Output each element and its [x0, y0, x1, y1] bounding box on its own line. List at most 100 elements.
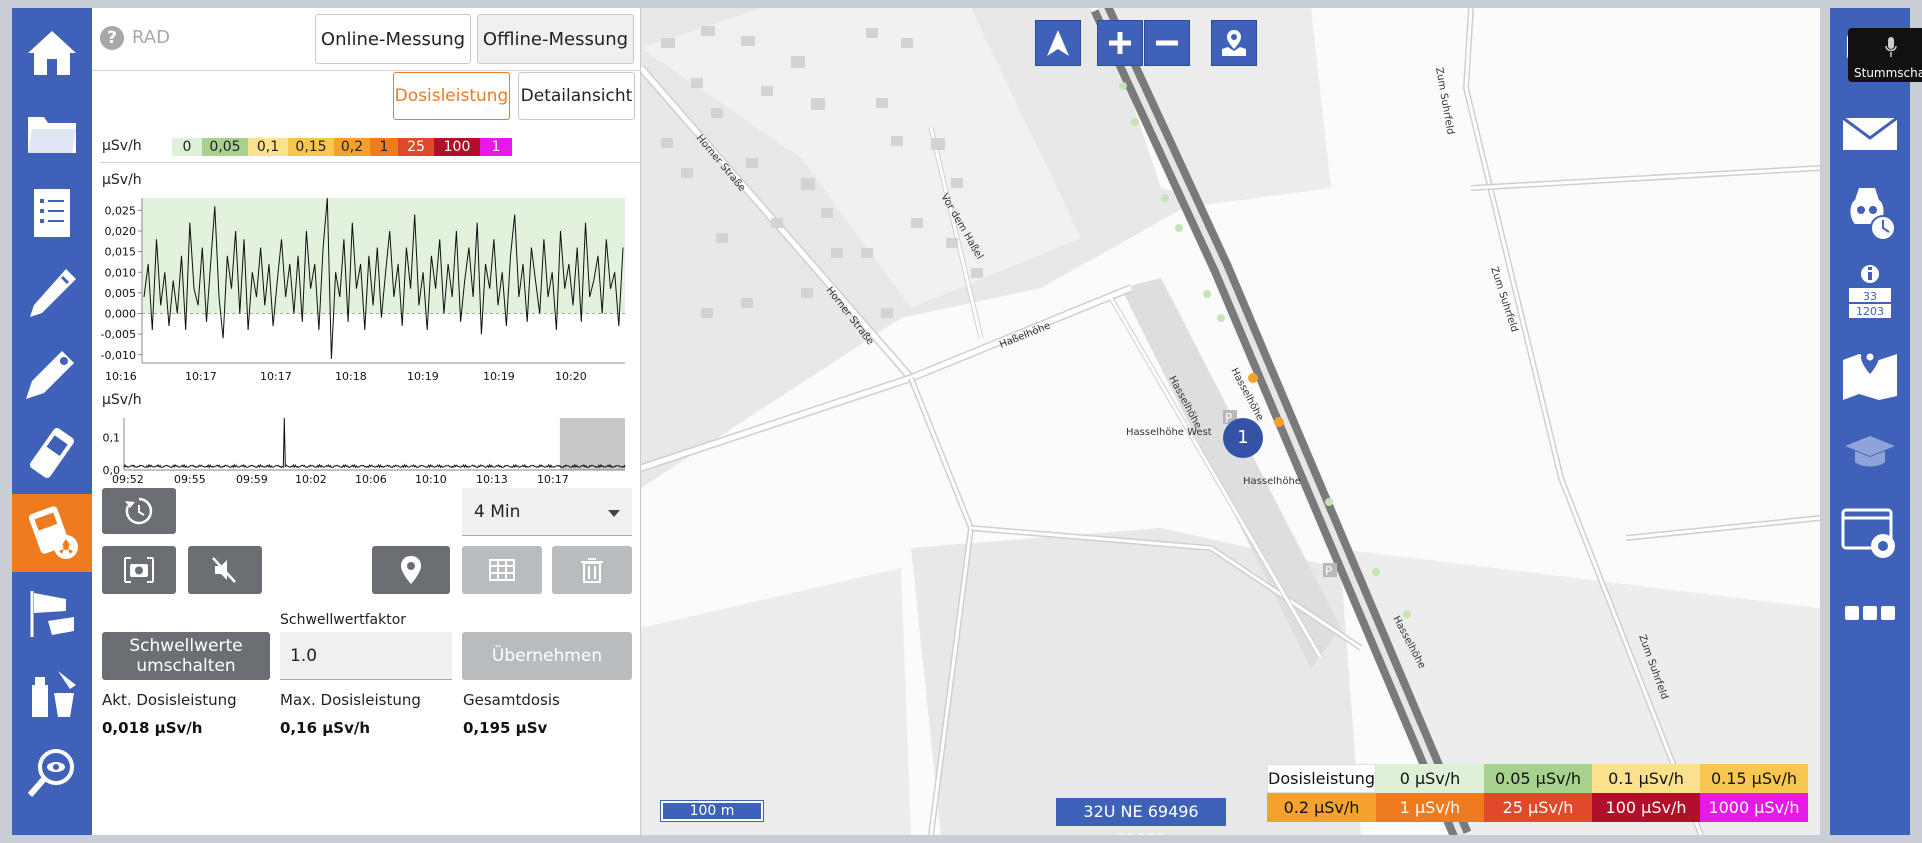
table-icon	[489, 559, 515, 581]
x-tick-label: 10:06	[355, 473, 387, 484]
map-pin-icon	[1843, 348, 1897, 400]
inspect-nav-button[interactable]	[12, 734, 92, 812]
probe-icon	[30, 269, 76, 317]
road	[1470, 166, 1820, 190]
chart-overview-unit: µSv/h	[102, 392, 142, 408]
threshold-factor-input[interactable]: 1.0	[280, 632, 452, 680]
tab-offline-measurement[interactable]: Offline-Messung	[477, 14, 634, 64]
minus-icon	[1156, 40, 1178, 46]
x-tick-label: 10:02	[295, 473, 327, 484]
envelope-icon	[1842, 116, 1898, 150]
scale-segment: 0,05	[202, 138, 248, 156]
map-locate-icon	[1222, 30, 1246, 56]
more-nav-button[interactable]	[1830, 574, 1910, 652]
windsock-icon	[30, 591, 74, 637]
left-navigation	[12, 8, 92, 835]
interval-value: 4 Min	[474, 502, 521, 522]
legend-item: 1000 µSv/h	[1700, 793, 1808, 822]
threshold-factor-label: Schwellwertfaktor	[280, 612, 407, 628]
device-nav-button[interactable]	[12, 414, 92, 492]
home-nav-button[interactable]	[12, 14, 92, 92]
scale-segment: 25	[398, 138, 434, 156]
mute-tooltip: Stummschalten	[1848, 28, 1922, 82]
mail-nav-button[interactable]	[1830, 94, 1910, 172]
locate-button[interactable]	[1211, 20, 1257, 66]
current-dose-label: Akt. Dosisleistung	[102, 691, 237, 709]
x-tick-label: 09:52	[112, 473, 144, 484]
legend-item: 100 µSv/h	[1592, 793, 1700, 822]
handheld-device-icon	[29, 428, 75, 478]
x-tick-label: 10:16	[105, 370, 137, 383]
x-tick-label: 10:20	[555, 370, 587, 383]
trash-icon	[581, 558, 603, 583]
delete-button[interactable]	[552, 546, 632, 594]
sample-nav-button[interactable]	[12, 654, 92, 732]
x-tick-label: 10:19	[407, 370, 439, 383]
interval-select[interactable]: 4 Min	[462, 488, 632, 536]
map-nav-button[interactable]	[1830, 334, 1910, 412]
scale-segment: 0,15	[288, 138, 334, 156]
max-dose-label: Max. Dosisleistung	[280, 691, 421, 709]
plus-icon	[1109, 32, 1131, 54]
legend-item: 25 µSv/h	[1484, 793, 1592, 822]
x-tick-label: 10:10	[415, 473, 447, 484]
measurement-marker[interactable]: 1	[1223, 418, 1263, 458]
y-tick-label: 0,025	[105, 204, 137, 217]
checklist-nav-button[interactable]	[12, 174, 92, 252]
legend-item: 0.2 µSv/h	[1267, 793, 1377, 822]
north-button[interactable]	[1035, 20, 1081, 66]
map-view[interactable]: P P Horner Straße Horner Straße Vor dem …	[641, 8, 1820, 835]
overview-line-chart: 0,10,009:52 09:55 09:59 10:02 10:06 10:10 10:1…	[103, 417, 626, 484]
y-tick-label: 0,015	[105, 246, 137, 259]
apply-button[interactable]: Übernehmen	[462, 632, 632, 680]
location-pin-icon	[401, 556, 421, 584]
view-detail-button[interactable]: Detailansicht	[518, 72, 635, 120]
street-label: Hasselhöhe	[1243, 476, 1301, 487]
x-tick-label: 10:18	[335, 370, 367, 383]
gas-mask-timer-icon	[1850, 188, 1896, 241]
tooltip-text: Stummschalten	[1854, 66, 1922, 80]
zoom-in-button[interactable]	[1097, 20, 1143, 66]
camera-icon	[124, 557, 154, 583]
coordinate-readout: 32U NE 69496 09991	[1056, 798, 1226, 835]
view-dose-rate-button[interactable]: Dosisleistung	[393, 72, 510, 120]
scale-segment: 0,2	[334, 138, 370, 156]
timer-nav-button[interactable]	[1830, 174, 1910, 252]
probe-nav-button[interactable]	[12, 254, 92, 332]
training-nav-button[interactable]	[1830, 414, 1910, 492]
detector-wand-icon	[26, 351, 74, 399]
screenshot-button[interactable]	[102, 546, 176, 594]
zoom-out-button[interactable]	[1144, 20, 1190, 66]
help-icon[interactable]: ?	[100, 26, 124, 50]
legend-item: 1 µSv/h	[1376, 793, 1484, 822]
radiation-nav-button[interactable]	[12, 494, 92, 572]
app-title: RAD	[132, 27, 170, 48]
magnifier-eye-icon	[27, 749, 74, 797]
overview-series-line	[123, 417, 626, 469]
divider	[100, 162, 640, 163]
dose-rate-line-chart: 0,025 0,020 0,015 0,010 0,005 0,000 -0,005 -0,0…	[101, 197, 625, 383]
y-tick-label: -0,005	[101, 328, 136, 341]
tab-online-measurement[interactable]: Online-Messung	[315, 14, 471, 64]
toggle-thresholds-button[interactable]: Schwellwerte umschalten	[102, 632, 270, 680]
scale-segment: 0	[172, 138, 202, 156]
table-button[interactable]	[462, 546, 542, 594]
refresh-button[interactable]	[102, 488, 176, 534]
svg-text:1203: 1203	[1856, 305, 1884, 318]
overview-window	[559, 418, 625, 470]
info-nav-button[interactable]: 33 1203	[1830, 254, 1910, 332]
legend-item: 0.15 µSv/h	[1700, 764, 1808, 793]
legend-item: 0.1 µSv/h	[1592, 764, 1700, 793]
wind-nav-button[interactable]	[12, 574, 92, 652]
radiation-meter-icon	[28, 506, 78, 559]
mute-button[interactable]	[188, 546, 262, 594]
total-dose-label: Gesamtdosis	[463, 691, 560, 709]
wand-nav-button[interactable]	[12, 334, 92, 412]
location-button[interactable]	[372, 546, 450, 594]
microphone-icon	[1885, 37, 1897, 57]
files-nav-button[interactable]	[12, 94, 92, 172]
x-tick-label: 09:59	[236, 473, 268, 484]
settings-nav-button[interactable]	[1830, 494, 1910, 572]
right-navigation: 33 1203	[1830, 8, 1910, 835]
scale-unit-label: µSv/h	[102, 138, 142, 154]
